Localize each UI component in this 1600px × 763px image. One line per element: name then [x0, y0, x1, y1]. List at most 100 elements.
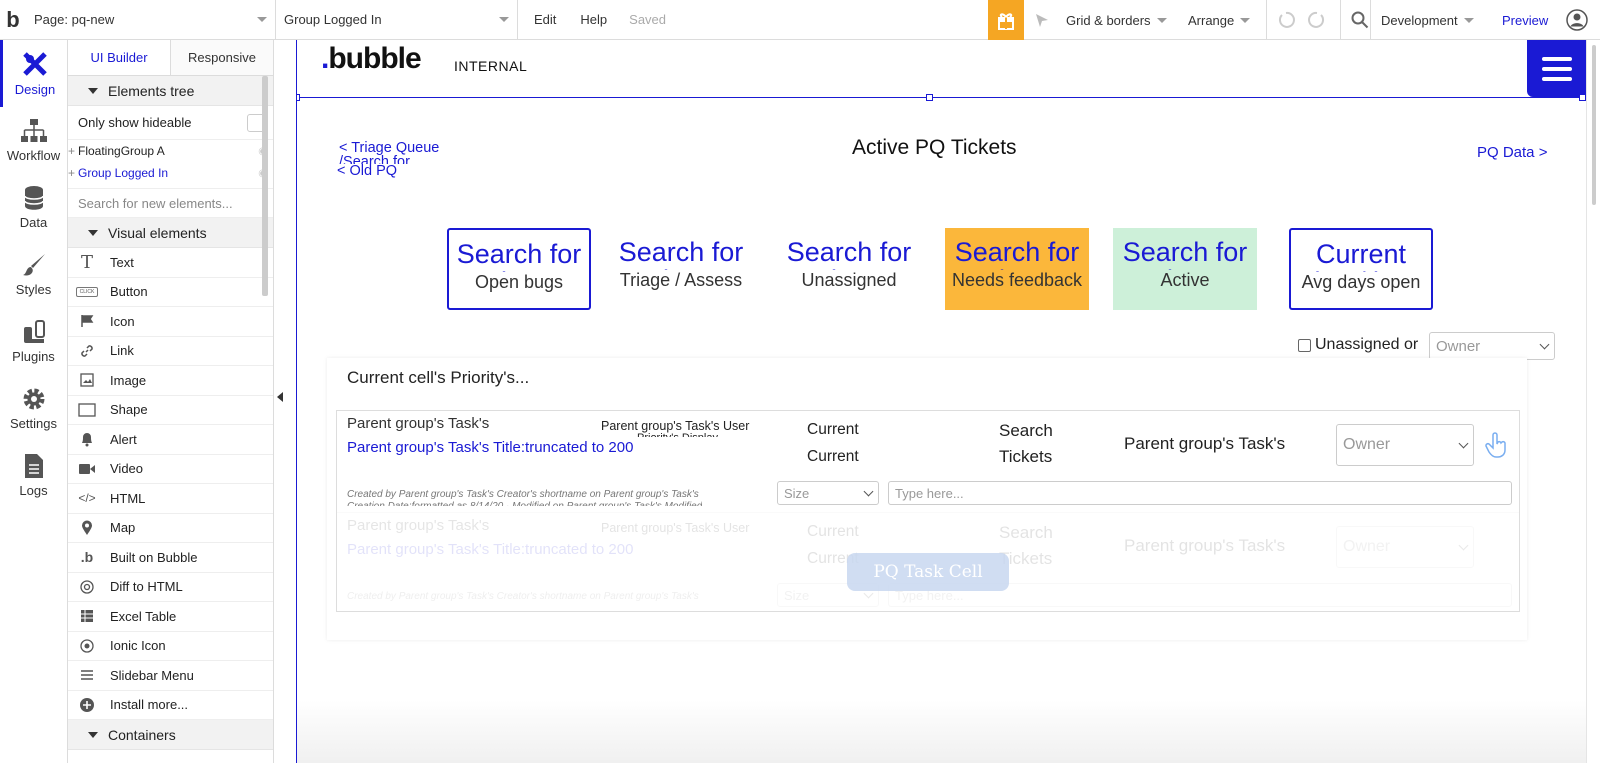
nav-data[interactable]: Data — [0, 174, 67, 241]
resize-handle[interactable] — [1579, 94, 1586, 101]
task-title-link[interactable]: Parent group's Task's Title:truncated to… — [347, 439, 633, 456]
grid-borders-menu[interactable]: Grid & borders — [1066, 0, 1167, 40]
containers-header[interactable]: Containers — [68, 720, 273, 750]
canvas-scrollbar[interactable] — [1586, 40, 1600, 763]
element-map[interactable]: Map — [68, 514, 273, 543]
tree-item-label: FloatingGroup A — [78, 144, 165, 158]
collapse-panel-icon[interactable] — [277, 392, 283, 402]
task-title-link[interactable]: Parent group's Task's Title:truncated to… — [347, 541, 633, 558]
redo-button[interactable] — [1308, 0, 1326, 40]
element-html[interactable]: </> HTML — [68, 484, 273, 514]
bubble-icon: .b — [80, 549, 94, 566]
task-repeating-group[interactable]: Parent group's Task's Parent group's Tas… — [336, 410, 1520, 612]
search-elements-input[interactable]: Search for new elements... — [68, 188, 273, 218]
resize-handle[interactable] — [297, 94, 300, 101]
element-label: Button — [110, 284, 148, 300]
element-slidebar-menu[interactable]: Slidebar Menu — [68, 661, 273, 691]
stat-unassigned[interactable]: Search for Tasks:cou Unassigned — [777, 228, 921, 310]
owner-dropdown[interactable]: Owner — [1429, 332, 1555, 360]
element-built-on-bubble[interactable]: .b Built on Bubble — [68, 543, 273, 573]
panel-scrollbar[interactable] — [262, 76, 268, 296]
element-alert[interactable]: Alert — [68, 425, 273, 455]
task-cell[interactable]: Parent group's Task's Parent group's Tas… — [337, 411, 1519, 512]
stat-avg-days-open[interactable]: Current date/time Avg days open — [1289, 228, 1433, 310]
elements-tree-header[interactable]: Elements tree — [68, 76, 273, 106]
link-old-pq[interactable]: < Old PQ — [337, 163, 397, 179]
unassigned-checkbox[interactable] — [1298, 338, 1311, 352]
shape-icon — [76, 401, 98, 419]
nav-styles[interactable]: Styles — [0, 241, 67, 308]
menu-icon — [76, 666, 98, 684]
cell-owner-dropdown[interactable]: Owner — [1336, 424, 1474, 466]
element-install-more[interactable]: Install more... — [68, 691, 273, 720]
link-pq-data[interactable]: PQ Data > — [1477, 144, 1547, 161]
tree-item-group-logged-in[interactable]: + Group Logged In ◉ — [68, 162, 273, 184]
menu-edit[interactable]: Edit — [522, 12, 568, 27]
element-diff-to-html[interactable]: Diff to HTML — [68, 573, 273, 602]
stat-triage-assess[interactable]: Search for Tasks:cou Triage / Assess — [609, 228, 753, 310]
priority-group[interactable]: Current cell's Priority's... Parent grou… — [327, 358, 1527, 640]
left-navigation: Design Workflow Data Styles Plugins Sett… — [0, 40, 68, 763]
cell-owner-dropdown[interactable]: Owner — [1336, 526, 1474, 568]
nav-logs[interactable]: Logs — [0, 442, 67, 509]
element-shape[interactable]: Shape — [68, 396, 273, 425]
element-icon[interactable]: Icon — [68, 307, 273, 337]
canvas-header[interactable]: .bubble INTERNAL — [297, 40, 1586, 98]
environment-select[interactable]: Development — [1370, 0, 1474, 40]
element-select[interactable]: Group Logged In — [276, 0, 518, 40]
canvas-bottom-fade — [297, 700, 1586, 763]
element-excel-table[interactable]: Excel Table — [68, 602, 273, 632]
tab-ui-builder[interactable]: UI Builder — [68, 40, 170, 75]
hamburger-menu-button[interactable] — [1527, 40, 1586, 97]
menu-help[interactable]: Help — [568, 12, 619, 27]
internal-label: INTERNAL — [454, 58, 528, 74]
video-icon — [76, 460, 98, 478]
size-value: Size — [784, 485, 810, 501]
stat-active[interactable]: Search for Tasks:cou Active — [1113, 228, 1257, 310]
cursor-icon — [1036, 14, 1048, 27]
tree-item-floatinggroup[interactable]: + FloatingGroup A ◉ — [68, 140, 273, 162]
undo-button[interactable] — [1266, 0, 1295, 40]
element-link[interactable]: Link — [68, 337, 273, 366]
created-by-text: Created by Parent group's Task's Creator… — [347, 489, 699, 500]
stat-needs-feedback[interactable]: Search for Tasks:cou Needs feedback — [945, 228, 1089, 310]
arrange-menu[interactable]: Arrange — [1188, 0, 1251, 40]
nav-design[interactable]: Design — [0, 40, 67, 107]
account-button[interactable] — [1566, 0, 1588, 40]
stat-value: Current date/time — [1305, 239, 1416, 272]
bubble-logo[interactable]: b — [0, 0, 26, 40]
element-label: Alert — [110, 431, 137, 447]
gift-button[interactable] — [988, 0, 1024, 40]
page-select[interactable]: Page: pq-new — [26, 0, 276, 40]
nav-workflow[interactable]: Workflow — [0, 107, 67, 174]
unassigned-filter: Unassigned or — [1298, 336, 1418, 354]
element-video[interactable]: Video — [68, 455, 273, 484]
page-canvas[interactable]: .bubble INTERNAL < Triage Queue /Search … — [296, 40, 1586, 763]
hand-pointer-icon[interactable] — [1483, 431, 1511, 459]
visual-elements-header[interactable]: Visual elements — [68, 218, 273, 248]
image-icon — [76, 371, 98, 389]
element-ionic-icon[interactable]: Ionic Icon — [68, 632, 273, 661]
stat-label: Active — [1160, 270, 1210, 290]
element-label: Built on Bubble — [110, 549, 198, 565]
element-image[interactable]: Image — [68, 366, 273, 396]
resize-handle[interactable] — [926, 94, 933, 101]
select-mode-button[interactable] — [1034, 0, 1050, 40]
element-text[interactable]: T Text — [68, 248, 273, 278]
scrollbar-thumb[interactable] — [1592, 45, 1596, 205]
nav-settings-label: Settings — [10, 416, 57, 431]
stat-label: Needs feedback — [951, 270, 1083, 290]
note-input[interactable]: Type here... — [888, 481, 1512, 505]
nav-settings[interactable]: Settings — [0, 375, 67, 442]
stat-open-bugs[interactable]: Search for Tasks:cou Open bugs — [447, 228, 591, 310]
tab-responsive[interactable]: Responsive — [170, 40, 273, 75]
preview-button[interactable]: Preview — [1502, 0, 1548, 40]
nav-plugins[interactable]: Plugins — [0, 308, 67, 375]
search-button[interactable] — [1340, 0, 1369, 40]
element-button[interactable]: CLICK Button — [68, 278, 273, 307]
link-icon — [76, 342, 98, 360]
element-label: Link — [110, 343, 134, 359]
canvas-logo-text: bubble — [328, 42, 421, 75]
size-dropdown[interactable]: Size — [777, 481, 879, 505]
nav-design-label: Design — [14, 82, 56, 97]
